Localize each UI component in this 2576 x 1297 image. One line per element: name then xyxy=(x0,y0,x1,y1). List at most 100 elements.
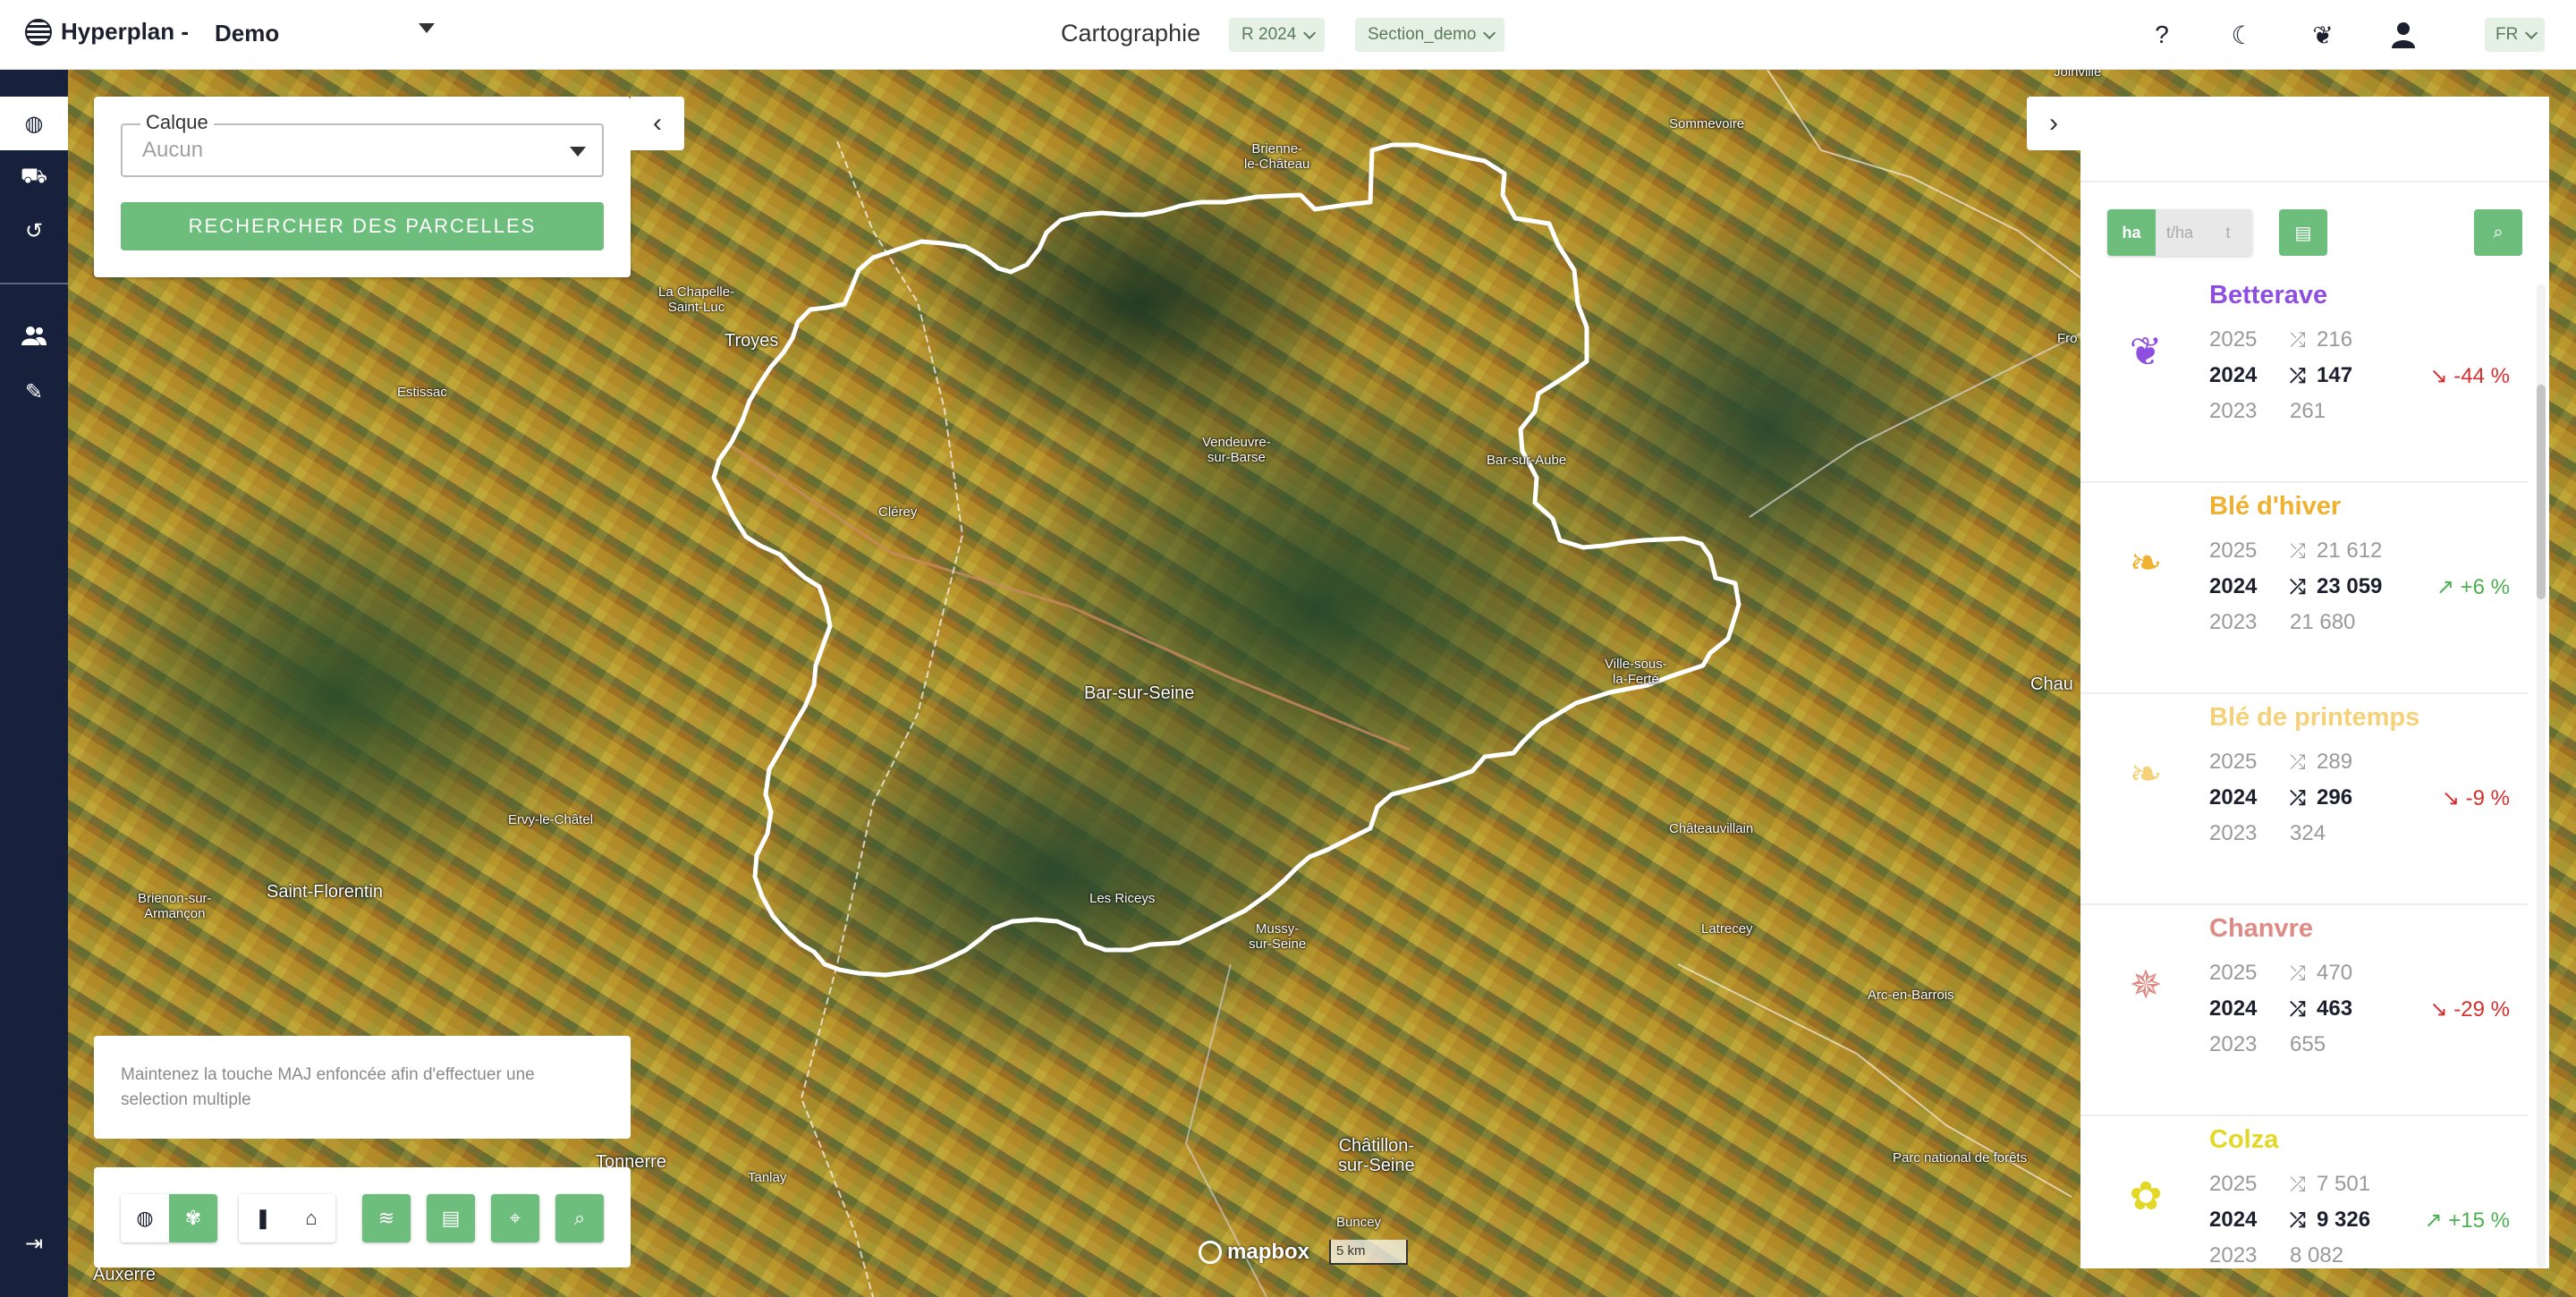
parcel-style-icon[interactable]: ✾ xyxy=(169,1194,217,1242)
project-dropdown-caret-icon[interactable] xyxy=(419,23,435,33)
crop-card[interactable]: ❧ Blé de printemps 2025 ⤮ 289 2024 ⤮ 296 ↘ -9 % 2… xyxy=(2080,694,2528,905)
trend-indicator: ↘ -9 % xyxy=(2442,785,2510,811)
crop-name: Betterave xyxy=(2209,281,2328,309)
trend-value: +15 % xyxy=(2448,1208,2510,1233)
beet-icon: ❦ xyxy=(2129,329,2163,374)
crop-row-2025: 2025 ⤮ 216 xyxy=(2209,327,2352,352)
search-parcels-button[interactable]: RECHERCHER DES PARCELLES xyxy=(121,202,604,250)
crop-year: 2024 xyxy=(2209,785,2258,810)
crop-row-2025: 2025 ⤮ 470 xyxy=(2209,961,2352,986)
trend-value: -9 % xyxy=(2465,786,2510,810)
map-place-label: Auxerre xyxy=(93,1265,157,1284)
trend-indicator: ↗ +15 % xyxy=(2425,1208,2511,1233)
crop-value: 216 xyxy=(2317,327,2353,352)
map-place-label: Joinville xyxy=(2054,70,2102,80)
layers-button[interactable]: ≋ xyxy=(362,1194,411,1242)
sidebar-item-edit-list[interactable]: ✎ xyxy=(0,365,68,419)
crop-value: 9 326 xyxy=(2317,1208,2371,1232)
map-place-label: Troyes xyxy=(724,331,779,351)
locate-button[interactable]: ⌖ xyxy=(491,1194,539,1242)
crop-name: Colza xyxy=(2209,1125,2279,1154)
map-place-label: Saint-Florentin xyxy=(267,882,384,902)
crop-value: 296 xyxy=(2317,785,2353,810)
crop-name: Chanvre xyxy=(2209,914,2314,943)
crop-year: 2024 xyxy=(2209,996,2258,1021)
crop-row-2024: 2024 ⤮ 9 326 xyxy=(2209,1208,2370,1233)
zoom-search-button[interactable]: ⌕ xyxy=(2474,209,2522,256)
export-stats-button[interactable]: ▤ xyxy=(2279,209,2327,256)
mapbox-label: mapbox xyxy=(1227,1240,1310,1264)
shuffle-icon: ⤮ xyxy=(2290,364,2306,386)
trend-value: -44 % xyxy=(2453,364,2510,388)
crop-list-scrollbar-thumb[interactable] xyxy=(2537,385,2546,599)
map-place-label: Mussy- sur-Seine xyxy=(1249,921,1307,952)
language-label: FR xyxy=(2496,25,2519,44)
unit-t-button[interactable]: t xyxy=(2204,209,2252,256)
arrow-up-right-icon: ↗ xyxy=(2424,1208,2443,1233)
unit-ha-button[interactable]: ha xyxy=(2107,209,2156,256)
collapse-left-panel-button[interactable]: ‹ xyxy=(631,97,684,150)
crop-year: 2023 xyxy=(2209,1243,2258,1267)
help-icon[interactable]: ? xyxy=(2145,18,2179,52)
sidebar-item-users[interactable] xyxy=(0,311,68,365)
map-place-label: Tanlay xyxy=(748,1170,787,1185)
map-place-label: Sommevoire xyxy=(1669,116,1745,131)
crop-value: 23 059 xyxy=(2317,574,2383,598)
user-account-icon[interactable] xyxy=(2386,18,2420,52)
unit-tha-button[interactable]: t/ha xyxy=(2156,209,2204,256)
rapeseed-icon: ✿ xyxy=(2129,1174,2163,1218)
crop-name: Blé de printemps xyxy=(2209,703,2420,732)
edit-list-icon: ✎ xyxy=(24,379,44,404)
bookmark-icon[interactable]: ❚ xyxy=(239,1194,287,1242)
leaf-icon[interactable]: ❦ xyxy=(2306,18,2340,52)
crop-row-2024: 2024 ⤮ 296 xyxy=(2209,785,2352,810)
export-file-button[interactable]: ▤ xyxy=(427,1194,475,1242)
map-place-label: Les Riceys xyxy=(1089,891,1156,906)
map-place-label: Parc national de forêts xyxy=(1893,1150,2028,1166)
crop-row-2025: 2025 ⤮ 7 501 xyxy=(2209,1172,2370,1197)
shuffle-icon: ⤮ xyxy=(2290,1173,2306,1195)
satellite-style-icon[interactable]: ◍ xyxy=(121,1194,169,1242)
crop-row-2023: 2023 21 680 xyxy=(2209,610,2355,635)
crop-card[interactable]: ❧ Blé d'hiver 2025 ⤮ 21 612 2024 ⤮ 23 059 ↗ +6 %… xyxy=(2080,483,2528,694)
sidebar-item-history[interactable]: ↺ xyxy=(0,204,68,258)
sidebar-item-tractor[interactable]: ⛟ xyxy=(0,150,68,204)
map-place-label: Estissac xyxy=(397,385,447,400)
dark-mode-moon-icon[interactable]: ☾ xyxy=(2225,18,2259,52)
crop-card[interactable]: ❦ Betterave 2025 ⤮ 216 2024 ⤮ 147 ↘ -44 % 2023 261 xyxy=(2080,272,2528,483)
crop-value: 289 xyxy=(2317,750,2353,774)
crop-value: 655 xyxy=(2290,1032,2326,1056)
crop-year: 2025 xyxy=(2209,538,2258,563)
crop-row-2023: 2023 261 xyxy=(2209,399,2326,424)
map-place-label: Bar-sur-Seine xyxy=(1084,683,1195,703)
crop-card[interactable]: ✵ Chanvre 2025 ⤮ 470 2024 ⤮ 463 ↘ -29 % 2023 655 xyxy=(2080,905,2528,1116)
section-chip[interactable]: Section_demo xyxy=(1355,18,1505,52)
shuffle-icon: ⤮ xyxy=(2290,575,2306,598)
layer-select[interactable]: Calque Aucun xyxy=(121,111,604,177)
crop-card[interactable]: ✿ Colza 2025 ⤮ 7 501 2024 ⤮ 9 326 ↗ +15 % 2023 8 0… xyxy=(2080,1116,2528,1268)
language-selector[interactable]: FR xyxy=(2485,18,2546,52)
search-button[interactable]: ⌕ xyxy=(555,1194,604,1242)
collapse-right-panel-button[interactable]: › xyxy=(2027,97,2080,150)
trend-value: +6 % xyxy=(2460,575,2510,599)
brand[interactable]: Hyperplan - xyxy=(25,18,189,46)
crop-value: 463 xyxy=(2317,996,2353,1021)
caret-down-icon xyxy=(570,147,586,157)
revision-chip[interactable]: R 2024 xyxy=(1229,18,1326,52)
file-icon: ▤ xyxy=(441,1207,461,1229)
spring-wheat-icon: ❧ xyxy=(2129,751,2163,796)
search-icon: ⌕ xyxy=(573,1207,586,1229)
mapbox-attribution[interactable]: mapbox xyxy=(1199,1240,1309,1265)
chevron-down-icon xyxy=(1303,26,1317,39)
arrow-up-right-icon: ↗ xyxy=(2436,575,2454,599)
farm-building-icon[interactable]: ⌂ xyxy=(287,1194,335,1242)
sidebar-item-logout[interactable]: ⇥ xyxy=(0,1216,68,1270)
sidebar-item-map[interactable]: ◍ xyxy=(0,97,68,150)
arrow-down-right-icon: ↘ xyxy=(2441,786,2460,810)
project-selector-label[interactable]: Demo xyxy=(215,20,279,47)
trend-indicator: ↗ +6 % xyxy=(2436,574,2510,600)
map-place-label: Latrecey xyxy=(1701,921,1753,937)
map-place-label: Chau xyxy=(2030,674,2073,694)
crop-year: 2025 xyxy=(2209,1172,2258,1196)
shuffle-icon: ⤮ xyxy=(2290,750,2306,773)
